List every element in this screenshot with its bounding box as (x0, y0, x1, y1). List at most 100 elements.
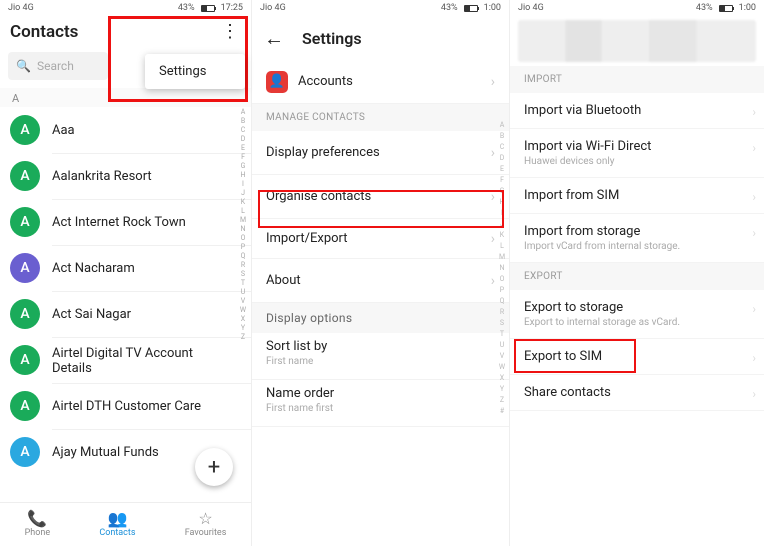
settings-header: ← Settings (252, 16, 509, 60)
avatar: A (10, 161, 40, 191)
chevron-right-icon: › (752, 190, 756, 204)
star-icon: ☆ (198, 511, 212, 527)
add-contact-fab[interactable]: + (195, 448, 233, 486)
nav-favourites[interactable]: ☆ Favourites (185, 511, 227, 538)
status-bar: Jio 4G 43% 1:00 (252, 0, 509, 16)
sort-label: Sort list by (266, 339, 495, 354)
avatar: A (10, 207, 40, 237)
import-header: IMPORT (510, 66, 764, 93)
chevron-right-icon: › (752, 302, 756, 316)
avatar: A (10, 115, 40, 145)
menu-item-settings[interactable]: Settings (159, 64, 231, 79)
clock: 1:00 (739, 3, 756, 13)
avatar: A (10, 299, 40, 329)
chevron-right-icon: › (752, 351, 756, 365)
contact-name: Airtel Digital TV Account Details (52, 337, 251, 383)
share-label: Share contacts (524, 385, 611, 400)
clock: 1:00 (484, 3, 501, 13)
contacts-icon: 👥 (107, 511, 127, 527)
nameorder-value: First name first (266, 403, 495, 414)
import-wifi-sub: Huawei devices only (524, 156, 750, 167)
clock: 17:25 (221, 3, 243, 13)
row-export-storage[interactable]: Export to storage Export to internal sto… (510, 290, 764, 339)
chevron-right-icon: › (752, 226, 756, 240)
avatar: A (10, 391, 40, 421)
status-bar: Jio 4G 43% 17:25 (0, 0, 251, 16)
contact-name: Act Internet Rock Town (52, 199, 251, 245)
export-storage-label: Export to storage (524, 300, 750, 315)
avatar: A (10, 437, 40, 467)
contact-name: Aalankrita Resort (52, 153, 251, 199)
contact-name: Airtel DTH Customer Care (52, 383, 251, 429)
row-name-order[interactable]: Name order First name first (252, 380, 509, 427)
nav-phone[interactable]: 📞 Phone (25, 511, 51, 538)
row-import-storage[interactable]: Import from storage Import vCard from in… (510, 214, 764, 263)
contact-row[interactable]: A Act Nacharam (0, 245, 251, 291)
search-input[interactable]: 🔍 Search (8, 52, 108, 80)
battery-icon (201, 5, 215, 12)
import-sim-label: Import from SIM (524, 188, 619, 203)
chevron-right-icon: › (491, 145, 495, 161)
settings-title: Settings (302, 29, 362, 48)
contact-row[interactable]: A Aaa (0, 107, 251, 153)
export-storage-sub: Export to internal storage as vCard. (524, 317, 750, 328)
battery-percent: 43% (696, 3, 713, 13)
alpha-index-overlay: A B C D E F G H I J K L M N O P Q R S T … (497, 120, 507, 417)
contact-row[interactable]: A Aalankrita Resort (0, 153, 251, 199)
contact-row[interactable]: A Act Sai Nagar (0, 291, 251, 337)
display-options-header: Display options (252, 303, 509, 333)
about-label: About (266, 273, 301, 288)
import-storage-sub: Import vCard from internal storage. (524, 241, 750, 252)
battery-percent: 43% (441, 3, 458, 13)
contact-list[interactable]: A Aaa A Aalankrita Resort A Act Internet Rock… (0, 107, 251, 475)
avatar: A (10, 345, 40, 375)
status-bar: Jio 4G 43% 1:00 (510, 0, 764, 16)
back-arrow-icon[interactable]: ← (264, 26, 284, 51)
chevron-right-icon: › (491, 273, 495, 289)
battery-icon (719, 5, 733, 12)
row-export-sim[interactable]: Export to SIM › (510, 339, 764, 375)
blurred-header (518, 20, 756, 62)
contact-name: Act Nacharam (52, 245, 251, 291)
app-title: Contacts (10, 22, 78, 42)
contact-row[interactable]: A Airtel DTH Customer Care (0, 383, 251, 429)
accounts-label: Accounts (298, 74, 353, 89)
row-about[interactable]: About › (252, 259, 509, 303)
alpha-index-scroll[interactable]: A B C D E F G H I J K L M N O P Q R S T … (237, 108, 249, 342)
import-wifi-label: Import via Wi-Fi Direct (524, 139, 750, 154)
nav-favourites-label: Favourites (185, 528, 227, 538)
contact-name: Aaa (52, 107, 251, 153)
battery-icon (464, 5, 478, 12)
contact-name: Act Sai Nagar (52, 291, 251, 337)
avatar: A (10, 253, 40, 283)
row-import-wifi[interactable]: Import via Wi-Fi Direct Huawei devices o… (510, 129, 764, 178)
nav-contacts-label: Contacts (99, 528, 135, 538)
accounts-icon: 👤 (266, 71, 288, 93)
contacts-app-pane: Jio 4G 43% 17:25 Contacts ⋮ 🔍 Search Set… (0, 0, 252, 546)
chevron-right-icon: › (752, 141, 756, 155)
phone-icon: 📞 (27, 511, 47, 527)
search-placeholder: Search (37, 59, 74, 73)
import-export-pane: Jio 4G 43% 1:00 IMPORT Import via Blueto… (510, 0, 764, 546)
import-bt-label: Import via Bluetooth (524, 103, 641, 118)
contact-row[interactable]: A Airtel Digital TV Account Details (0, 337, 251, 383)
row-share-contacts[interactable]: Share contacts › (510, 375, 764, 411)
row-import-sim[interactable]: Import from SIM › (510, 178, 764, 214)
annotation-box-import-export (258, 190, 504, 228)
import-export-label: Import/Export (266, 231, 348, 246)
manage-contacts-header: MANAGE CONTACTS (252, 104, 509, 131)
nav-phone-label: Phone (25, 528, 51, 538)
plus-icon: + (208, 455, 220, 480)
search-icon: 🔍 (16, 59, 31, 73)
row-accounts[interactable]: 👤 Accounts › (252, 60, 509, 104)
nameorder-label: Name order (266, 386, 495, 401)
chevron-right-icon: › (491, 231, 495, 247)
annotation-box-export-sim (514, 339, 636, 373)
nav-contacts[interactable]: 👥 Contacts (99, 511, 135, 538)
row-sort-list-by[interactable]: Sort list by First name (252, 333, 509, 380)
row-display-preferences[interactable]: Display preferences › (252, 131, 509, 175)
contact-row[interactable]: A Act Internet Rock Town (0, 199, 251, 245)
bottom-nav: 📞 Phone 👥 Contacts ☆ Favourites (0, 502, 251, 546)
carrier-label: Jio 4G (518, 3, 544, 13)
row-import-bluetooth[interactable]: Import via Bluetooth › (510, 93, 764, 129)
